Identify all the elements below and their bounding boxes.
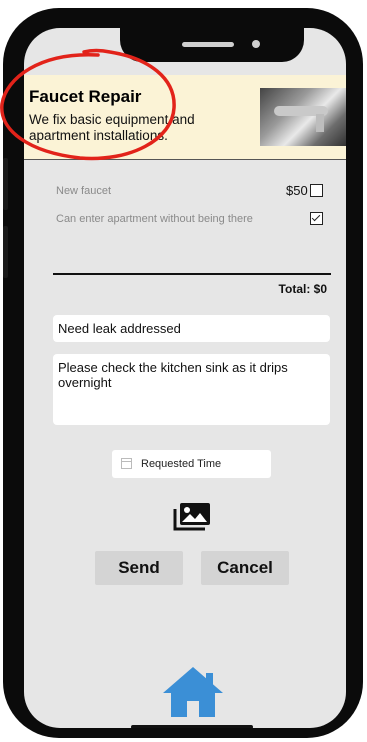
calendar-icon (121, 458, 132, 469)
home-icon[interactable] (161, 665, 225, 719)
volume-up-button (3, 158, 8, 210)
subject-input[interactable]: Need leak addressed (53, 315, 330, 342)
service-description: We fix basic equipment and apartment ins… (29, 112, 195, 143)
option-entry-permission-checkbox[interactable] (310, 212, 323, 225)
service-banner: Faucet Repair We fix basic equipment and… (24, 75, 346, 160)
send-button[interactable]: Send (95, 551, 183, 585)
checkmark-icon (311, 212, 321, 222)
camera (252, 40, 260, 48)
app-screen: Faucet Repair We fix basic equipment and… (24, 28, 346, 728)
volume-down-button (3, 226, 8, 278)
image-gallery-icon[interactable] (172, 500, 212, 532)
option-entry-permission-label: Can enter apartment without being there (56, 213, 253, 225)
service-title: Faucet Repair (29, 87, 142, 106)
faucet-photo (260, 88, 346, 146)
divider (53, 273, 331, 275)
option-new-faucet-price: $50 (286, 183, 308, 198)
home-indicator (131, 725, 253, 728)
requested-time-label: Requested Time (141, 458, 222, 470)
requested-time-field[interactable]: Requested Time (112, 450, 271, 478)
speaker (182, 42, 234, 47)
phone-frame: Faucet Repair We fix basic equipment and… (3, 8, 363, 738)
option-new-faucet-checkbox[interactable] (310, 184, 323, 197)
total-amount: Total: $0 (278, 282, 327, 296)
details-textarea[interactable]: Please check the kitchen sink as it drip… (53, 354, 330, 425)
cancel-button[interactable]: Cancel (201, 551, 289, 585)
faucet-spout (316, 114, 324, 132)
notch (120, 28, 304, 62)
option-new-faucet-label: New faucet (56, 185, 112, 197)
